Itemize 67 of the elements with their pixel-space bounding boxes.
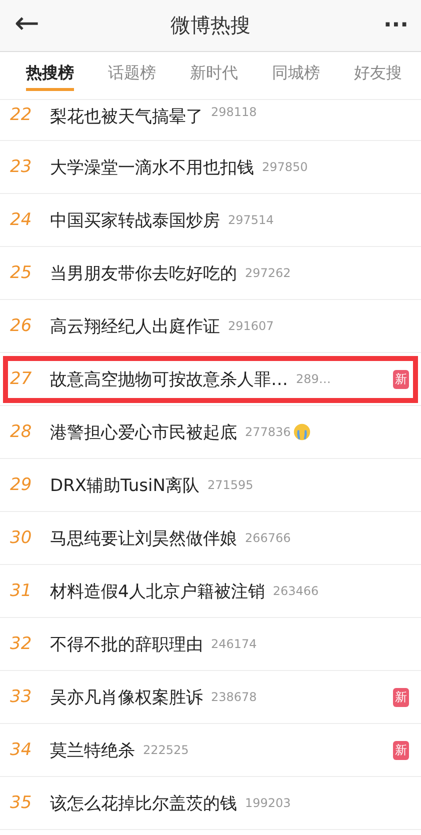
rank-number: 34 (10, 740, 33, 760)
trend-row[interactable]: 32 不得不批的辞职理由 246174 (0, 618, 421, 671)
trend-title: 不得不批的辞职理由 (50, 634, 203, 656)
trend-row[interactable]: 33 吴亦凡肖像权案胜诉 238678 新 (0, 671, 421, 724)
trend-title: 该怎么花掉比尔盖茨的钱 (50, 792, 237, 814)
trend-row[interactable]: 31 材料造假4人北京户籍被注销 263466 (0, 565, 421, 618)
trend-title: 梨花也被天气搞晕了 (50, 106, 203, 128)
trend-title: 港警担心爱心市民被起底 (50, 422, 237, 444)
rank-number: 26 (10, 316, 33, 336)
search-count: 246174 (211, 637, 257, 651)
search-count: 263466 (272, 584, 319, 598)
back-button[interactable]: ← (0, 6, 50, 45)
rank-number: 29 (10, 475, 33, 495)
search-count: 222525 (143, 743, 189, 757)
trend-row[interactable]: 26 高云翔经纪人出庭作证 291607 (0, 300, 421, 353)
trend-row[interactable]: 28 港警担心爱心市民被起底 277836 (0, 406, 421, 459)
rank-number: 27 (10, 369, 33, 389)
trend-row[interactable]: 34 莫兰特绝杀 222525 新 (0, 724, 421, 777)
rank-number: 28 (10, 422, 33, 442)
search-count: 277836 (245, 425, 291, 439)
search-count: 238678 (211, 690, 257, 704)
trend-title: DRX辅助TusiN离队 (50, 474, 200, 496)
trend-title: 高云翔经纪人出庭作证 (50, 316, 220, 338)
trend-row[interactable]: 29 DRX辅助TusiN离队 271595 (0, 459, 421, 512)
trend-title: 莫兰特绝杀 (50, 740, 135, 762)
trend-row[interactable]: 30 马思纯要让刘昊然做伴娘 266766 (0, 512, 421, 565)
search-count: 297262 (245, 266, 291, 280)
tab[interactable]: 好友搜 (354, 60, 402, 90)
trend-title: 马思纯要让刘昊然做伴娘 (50, 528, 237, 550)
search-count: 289… (296, 372, 331, 386)
trend-title: 中国买家转战泰国炒房 (50, 210, 220, 232)
new-badge: 新 (393, 740, 409, 760)
tab[interactable]: 新时代 (190, 60, 238, 90)
search-count: 271595 (207, 478, 254, 492)
more-button[interactable]: ··· (371, 12, 421, 39)
rank-number: 23 (10, 157, 33, 177)
rank-number: 31 (10, 581, 33, 601)
trend-row[interactable]: 27 故意高空抛物可按故意杀人罪… 289… 新 (0, 353, 421, 406)
rank-number: 30 (10, 528, 33, 548)
rank-number: 33 (10, 687, 33, 707)
tab[interactable]: 同城榜 (272, 60, 320, 90)
trend-row[interactable]: 22 梨花也被天气搞晕了 298118 (0, 100, 421, 141)
trend-row[interactable]: 25 当男朋友带你去吃好吃的 297262 (0, 247, 421, 300)
new-badge: 新 (393, 370, 409, 388)
trend-row[interactable]: 24 中国买家转战泰国炒房 297514 (0, 194, 421, 247)
trend-title: 材料造假4人北京户籍被注销 (50, 580, 265, 602)
trend-title: 吴亦凡肖像权案胜诉 (50, 686, 203, 708)
page-title: 微博热搜 (170, 12, 252, 39)
rank-number: 25 (10, 263, 33, 283)
search-count: 291607 (228, 319, 274, 333)
search-count: 297514 (228, 213, 274, 227)
new-badge: 新 (393, 688, 409, 706)
trend-row[interactable]: 35 该怎么花掉比尔盖茨的钱 199203 (0, 777, 421, 830)
rank-number: 24 (10, 210, 33, 230)
rank-number: 22 (10, 105, 33, 125)
tab[interactable]: 热搜榜 (26, 60, 74, 90)
search-count: 266766 (245, 531, 291, 545)
rank-number: 32 (10, 634, 33, 654)
rank-number: 35 (10, 793, 33, 813)
search-count: 199203 (245, 796, 291, 810)
trend-title: 当男朋友带你去吃好吃的 (50, 262, 237, 284)
trend-title: 大学澡堂一滴水不用也扣钱 (50, 156, 254, 178)
trend-title: 故意高空抛物可按故意杀人罪… (50, 368, 288, 390)
tab[interactable]: 话题榜 (108, 60, 156, 90)
trend-row[interactable]: 23 大学澡堂一滴水不用也扣钱 297850 (0, 141, 421, 194)
search-count: 297850 (262, 160, 308, 174)
search-count: 298118 (211, 105, 257, 119)
